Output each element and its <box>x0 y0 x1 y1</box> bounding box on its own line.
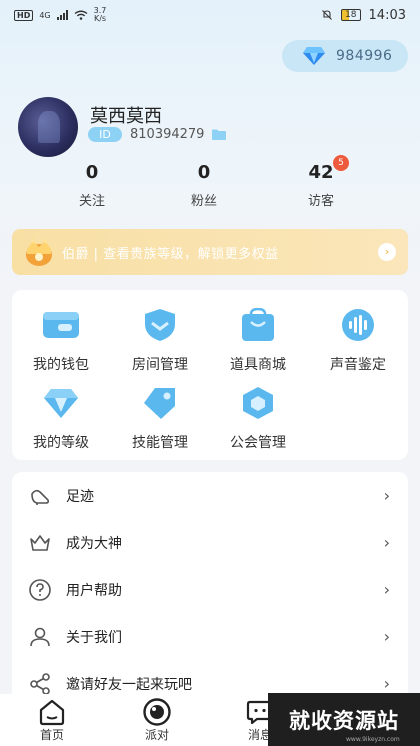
stat-fans-label: 粉丝 <box>190 194 217 209</box>
grid-label-room: 房间管理 <box>132 357 188 373</box>
grid-item-guild[interactable]: 公会管理 <box>212 386 304 456</box>
status-bar: HD 4G 3.7 K/s 18 14:03 <box>0 0 420 30</box>
nobility-text: 伯爵 | 查看贵族等级，解锁更多权益 <box>62 246 279 262</box>
shield-icon <box>145 309 175 341</box>
stat-fans[interactable]: 0 粉丝 <box>164 162 244 209</box>
clock: 14:03 <box>368 7 406 23</box>
feature-grid: 我的钱包 房间管理 道具商城 声音鉴定 我的等级 技能管理 公会管理 <box>12 290 408 460</box>
person-icon <box>30 627 50 646</box>
wifi-icon <box>74 10 88 20</box>
hexagon-icon <box>243 387 273 419</box>
home-icon <box>39 699 65 726</box>
noble-crown-icon <box>26 239 52 266</box>
wallet-icon <box>43 312 79 338</box>
status-left: HD 4G 3.7 K/s <box>14 7 106 23</box>
folder-icon[interactable] <box>212 129 227 140</box>
help-icon <box>29 578 51 601</box>
grid-item-room[interactable]: 房间管理 <box>114 308 206 378</box>
grid-label-skill: 技能管理 <box>132 435 188 451</box>
stat-fans-value: 0 <box>197 162 211 183</box>
menu-list: 足迹 › 成为大神 › 用户帮助 › 关于我们 › 邀请好友一起来玩吧 › <box>12 472 408 702</box>
grid-item-skill[interactable]: 技能管理 <box>114 386 206 456</box>
grid-label-level: 我的等级 <box>33 435 89 451</box>
chevron-right-icon: › <box>383 627 390 646</box>
crown-icon <box>30 534 50 551</box>
tag-icon <box>144 388 175 419</box>
speed-unit: K/s <box>93 14 107 23</box>
soundwave-icon <box>342 309 374 341</box>
shopping-bag-icon <box>242 308 274 341</box>
menu-item-help[interactable]: 用户帮助 › <box>12 566 408 613</box>
chevron-right-icon: › <box>383 486 390 505</box>
tab-party-label: 派对 <box>144 728 169 742</box>
menu-item-become-master[interactable]: 成为大神 › <box>12 519 408 566</box>
stat-visitors[interactable]: 42 访客 5 <box>281 155 361 209</box>
chevron-right-icon: › <box>383 674 390 693</box>
diamond-count: 984996 <box>336 48 393 64</box>
grid-item-wallet[interactable]: 我的钱包 <box>15 308 107 378</box>
tab-home[interactable]: 首页 <box>22 694 82 746</box>
chevron-right-icon: › <box>378 243 396 261</box>
signal-icon <box>56 10 68 20</box>
stat-visitors-label: 访客 <box>307 194 334 209</box>
nickname: 莫西莫西 <box>90 106 162 127</box>
mute-bell-icon <box>322 10 332 20</box>
tab-party[interactable]: 派对 <box>127 694 187 746</box>
watermark-url: www.9ikeyzn.com <box>346 736 400 743</box>
tab-home-label: 首页 <box>39 728 64 742</box>
menu-label-footprint: 足迹 <box>66 488 94 505</box>
share-icon <box>30 672 50 695</box>
grid-label-guild: 公会管理 <box>230 435 286 451</box>
chevron-right-icon: › <box>383 533 390 552</box>
chevron-right-icon: › <box>383 580 390 599</box>
stat-following[interactable]: 0 关注 <box>52 162 132 209</box>
grid-label-wallet: 我的钱包 <box>33 357 89 373</box>
stat-visitors-value: 42 <box>308 162 334 183</box>
diamond-icon <box>44 389 78 418</box>
menu-label-become-master: 成为大神 <box>66 535 122 552</box>
grid-label-voice: 声音鉴定 <box>330 357 386 373</box>
network-gen: 4G <box>39 10 51 20</box>
nobility-banner[interactable]: 伯爵 | 查看贵族等级，解锁更多权益 › <box>12 229 408 275</box>
status-right: 18 14:03 <box>321 8 406 23</box>
id-number: 810394279 <box>130 127 205 142</box>
stat-following-label: 关注 <box>78 194 105 209</box>
hd-indicator: HD <box>14 9 34 21</box>
footprint-icon <box>31 489 50 505</box>
stat-following-value: 0 <box>85 162 99 183</box>
visitor-count-badge: 5 <box>333 155 349 171</box>
menu-item-footprint[interactable]: 足迹 › <box>12 472 408 519</box>
id-badge: ID <box>88 127 122 142</box>
grid-item-voice[interactable]: 声音鉴定 <box>312 308 404 378</box>
menu-item-about[interactable]: 关于我们 › <box>12 613 408 660</box>
grid-label-shop: 道具商城 <box>230 357 286 373</box>
network-speed: 3.7 K/s <box>94 7 107 23</box>
stats-row: 0 关注 0 粉丝 42 访客 5 <box>0 155 420 212</box>
grid-item-level[interactable]: 我的等级 <box>15 386 107 456</box>
battery-icon: 18 <box>341 9 361 21</box>
menu-label-help: 用户帮助 <box>66 582 122 599</box>
party-icon <box>143 698 171 726</box>
menu-label-about: 关于我们 <box>66 629 122 646</box>
menu-label-invite: 邀请好友一起来玩吧 <box>66 676 192 693</box>
diamond-icon <box>303 47 325 65</box>
user-id-row: ID 810394279 <box>88 127 227 142</box>
diamond-balance-button[interactable]: 984996 <box>282 40 408 72</box>
avatar[interactable] <box>18 97 78 157</box>
grid-item-shop[interactable]: 道具商城 <box>212 308 304 378</box>
